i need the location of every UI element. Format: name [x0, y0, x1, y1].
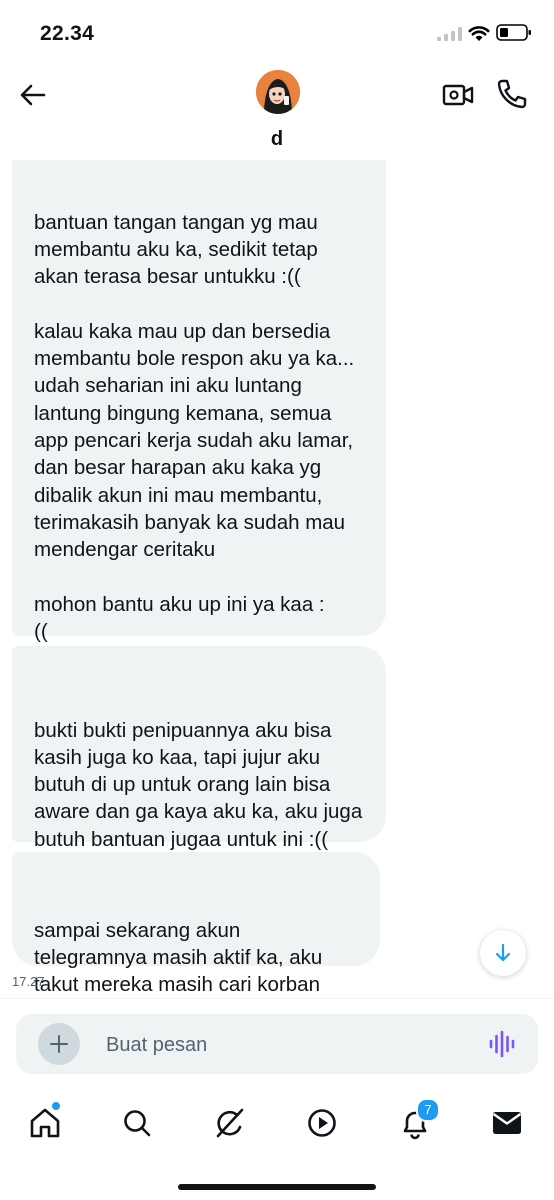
nav-grok[interactable] — [212, 1106, 246, 1140]
home-notification-dot — [52, 1102, 60, 1110]
nav-home[interactable] — [28, 1102, 62, 1140]
message-composer — [16, 1014, 538, 1074]
play-circle-icon — [308, 1109, 336, 1137]
back-arrow-icon[interactable] — [18, 80, 48, 110]
avatar-illustration-icon — [256, 70, 300, 114]
message-bubble[interactable]: bantuan tangan tangan yg mau membantu ak… — [12, 160, 386, 643]
status-bar: 22.34 — [0, 0, 554, 60]
message-text: bukti bukti penipuannya aku bisa kasih j… — [34, 718, 368, 851]
status-time: 22.34 — [40, 22, 95, 45]
phone-call-icon[interactable] — [496, 78, 528, 110]
nav-messages[interactable] — [490, 1106, 524, 1140]
add-attachment-button[interactable] — [38, 1023, 80, 1065]
grok-icon — [216, 1108, 244, 1138]
composer-divider — [0, 998, 554, 999]
nav-search[interactable] — [120, 1106, 154, 1140]
avatar[interactable] — [256, 70, 300, 114]
message-text: sampai sekarang akun telegramnya masih a… — [34, 918, 328, 997]
scroll-to-bottom-button[interactable] — [480, 930, 526, 976]
notification-count-badge: 7 — [416, 1098, 440, 1122]
message-bubble[interactable]: bukti bukti penipuannya aku bisa kasih j… — [12, 646, 386, 851]
conversation-header: d — [0, 60, 554, 160]
contact-name[interactable]: d — [0, 128, 554, 151]
bottom-navigation: 7 — [0, 1094, 554, 1154]
message-bubble[interactable]: sampai sekarang akun telegramnya masih a… — [12, 852, 380, 996]
message-list[interactable]: bantuan tangan tangan yg mau membantu ak… — [0, 160, 554, 998]
message-timestamp: 17.27 — [12, 974, 45, 989]
home-icon — [30, 1108, 60, 1138]
wifi-icon — [468, 26, 490, 41]
video-call-icon[interactable] — [442, 80, 474, 110]
voice-message-icon[interactable] — [488, 1030, 516, 1058]
nav-video[interactable] — [305, 1106, 339, 1140]
plus-icon — [50, 1035, 68, 1053]
arrow-down-icon — [495, 943, 511, 962]
home-indicator — [178, 1184, 376, 1190]
search-icon — [124, 1110, 151, 1137]
nav-notifications[interactable]: 7 — [398, 1098, 440, 1140]
cellular-signal-icon — [437, 27, 462, 41]
battery-icon — [496, 24, 531, 41]
message-input[interactable] — [104, 1028, 468, 1062]
message-text: bantuan tangan tangan yg mau membantu ak… — [34, 210, 355, 644]
mail-icon — [492, 1112, 522, 1134]
